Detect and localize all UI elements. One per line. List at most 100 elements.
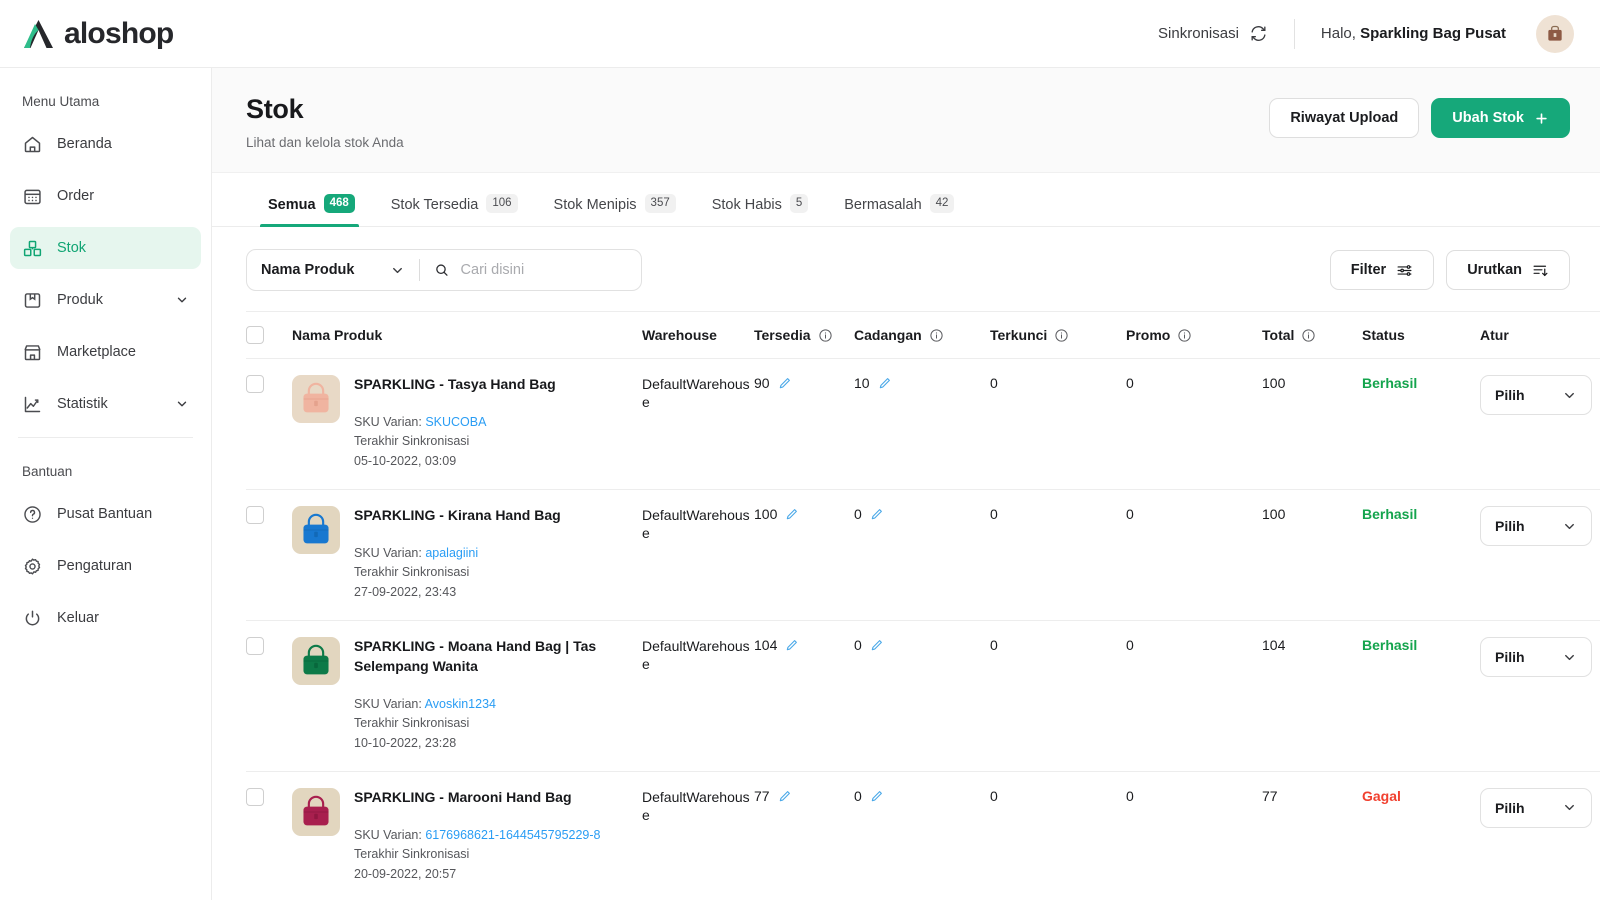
row-promo-cell: 0 bbox=[1126, 490, 1262, 621]
product-thumbnail bbox=[292, 788, 340, 836]
search-input[interactable] bbox=[461, 262, 627, 278]
sku-link[interactable]: Avoskin1234 bbox=[425, 697, 496, 711]
info-icon[interactable] bbox=[1054, 328, 1069, 343]
sidebar-item-order[interactable]: Order bbox=[10, 175, 201, 217]
row-action-select[interactable]: Pilih bbox=[1480, 788, 1592, 828]
info-icon[interactable] bbox=[818, 328, 833, 343]
row-terkunci-cell: 0 bbox=[990, 359, 1126, 490]
ubah-stok-button[interactable]: Ubah Stok bbox=[1431, 98, 1570, 138]
select-all-checkbox[interactable] bbox=[246, 326, 264, 344]
row-checkbox[interactable] bbox=[246, 506, 264, 524]
info-icon[interactable] bbox=[929, 328, 944, 343]
sidebar-item-label: Pengaturan bbox=[57, 558, 132, 574]
sidebar-item-statistik[interactable]: Statistik bbox=[10, 383, 201, 425]
edit-pencil-icon[interactable] bbox=[870, 507, 884, 521]
tab-stok-tersedia[interactable]: Stok Tersedia 106 bbox=[373, 173, 536, 226]
riwayat-upload-button[interactable]: Riwayat Upload bbox=[1269, 98, 1419, 138]
sidebar-item-beranda[interactable]: Beranda bbox=[10, 123, 201, 165]
sort-label: Urutkan bbox=[1467, 262, 1522, 278]
search-box bbox=[420, 261, 641, 279]
product-name: SPARKLING - Kirana Hand Bag bbox=[354, 506, 561, 526]
row-status-cell: Berhasil bbox=[1362, 490, 1480, 621]
row-checkbox[interactable] bbox=[246, 637, 264, 655]
edit-pencil-icon[interactable] bbox=[778, 376, 792, 390]
sidebar-item-stok[interactable]: Stok bbox=[10, 227, 201, 269]
row-action-select[interactable]: Pilih bbox=[1480, 375, 1592, 415]
row-atur-cell: Pilih bbox=[1480, 359, 1600, 490]
sidebar-item-pengaturan[interactable]: Pengaturan bbox=[10, 545, 201, 587]
header-status: Status bbox=[1362, 312, 1480, 359]
chevron-down-icon bbox=[1562, 650, 1577, 665]
row-select-cell bbox=[246, 771, 292, 900]
tab-label: Stok Habis bbox=[712, 197, 782, 213]
edit-pencil-icon[interactable] bbox=[785, 507, 799, 521]
tab-label: Bermasalah bbox=[844, 197, 921, 213]
edit-pencil-icon[interactable] bbox=[870, 789, 884, 803]
info-icon[interactable] bbox=[1301, 328, 1316, 343]
header-total: Total bbox=[1262, 312, 1362, 359]
chevron-down-icon bbox=[1562, 519, 1577, 534]
sidebar-item-keluar[interactable]: Keluar bbox=[10, 597, 201, 639]
row-total-cell: 100 bbox=[1262, 359, 1362, 490]
sidebar-item-label: Keluar bbox=[57, 610, 99, 626]
header-label: Atur bbox=[1480, 327, 1509, 343]
header-label: Warehouse bbox=[642, 327, 717, 343]
sort-descending-icon bbox=[1532, 262, 1549, 279]
calendar-icon bbox=[22, 186, 43, 207]
row-action-select[interactable]: Pilih bbox=[1480, 506, 1592, 546]
row-status-cell: Berhasil bbox=[1362, 621, 1480, 772]
tab-bermasalah[interactable]: Bermasalah 42 bbox=[826, 173, 972, 226]
promo-value: 0 bbox=[1126, 637, 1134, 653]
top-bar: aloshop Sinkronisasi Halo, Sparkling Bag… bbox=[0, 0, 1600, 68]
product-image bbox=[298, 382, 334, 416]
tab-stok-menipis[interactable]: Stok Menipis 357 bbox=[536, 173, 694, 226]
toolbar-actions: Filter Urutkan bbox=[1330, 250, 1570, 290]
search-field-select[interactable]: Nama Produk bbox=[247, 250, 419, 290]
edit-pencil-icon[interactable] bbox=[785, 638, 799, 652]
terkunci-value: 0 bbox=[990, 375, 998, 391]
row-select-cell bbox=[246, 359, 292, 490]
tab-stok-habis[interactable]: Stok Habis 5 bbox=[694, 173, 827, 226]
cadangan-value: 10 bbox=[854, 375, 870, 391]
header-label: Status bbox=[1362, 327, 1405, 343]
row-last-sync-label: Terakhir Sinkronisasi bbox=[354, 714, 642, 733]
edit-pencil-icon[interactable] bbox=[778, 789, 792, 803]
filter-button[interactable]: Filter bbox=[1330, 250, 1434, 290]
status-badge: Gagal bbox=[1362, 788, 1401, 804]
row-tersedia-cell: 77 bbox=[754, 771, 854, 900]
sidebar-item-pusat-bantuan[interactable]: Pusat Bantuan bbox=[10, 493, 201, 535]
edit-pencil-icon[interactable] bbox=[870, 638, 884, 652]
sort-button[interactable]: Urutkan bbox=[1446, 250, 1570, 290]
header-cadangan: Cadangan bbox=[854, 312, 990, 359]
row-action-label: Pilih bbox=[1495, 387, 1525, 403]
info-icon[interactable] bbox=[1177, 328, 1192, 343]
tab-semua[interactable]: Semua 468 bbox=[246, 173, 373, 226]
sidebar-item-label: Stok bbox=[57, 240, 86, 256]
row-checkbox[interactable] bbox=[246, 788, 264, 806]
tersedia-value: 90 bbox=[754, 375, 770, 391]
row-cadangan-cell: 10 bbox=[854, 359, 990, 490]
page-title: Stok bbox=[246, 94, 404, 125]
table-toolbar: Nama Produk Filter bbox=[212, 227, 1600, 311]
row-tersedia-cell: 100 bbox=[754, 490, 854, 621]
edit-pencil-icon[interactable] bbox=[878, 376, 892, 390]
chart-line-icon bbox=[22, 394, 43, 415]
row-checkbox[interactable] bbox=[246, 375, 264, 393]
avatar[interactable] bbox=[1536, 15, 1574, 53]
tab-label: Semua bbox=[268, 197, 316, 213]
sidebar-item-produk[interactable]: Produk bbox=[10, 279, 201, 321]
header-label: Cadangan bbox=[854, 327, 922, 343]
row-promo-cell: 0 bbox=[1126, 771, 1262, 900]
header-atur: Atur bbox=[1480, 312, 1600, 359]
row-warehouse-cell: DefaultWarehouse bbox=[642, 359, 754, 490]
boxes-icon bbox=[22, 238, 43, 259]
sync-button[interactable]: Sinkronisasi bbox=[1158, 24, 1294, 43]
row-action-select[interactable]: Pilih bbox=[1480, 637, 1592, 677]
header-label: Tersedia bbox=[754, 327, 811, 343]
sku-link[interactable]: SKUCOBA bbox=[425, 415, 486, 429]
sku-link[interactable]: 6176968621-1644545795229-8 bbox=[425, 828, 600, 842]
greeting: Halo, Sparkling Bag Pusat bbox=[1295, 25, 1536, 42]
brand-logo[interactable]: aloshop bbox=[22, 17, 173, 51]
sku-link[interactable]: apalagiini bbox=[425, 546, 478, 560]
sidebar-item-marketplace[interactable]: Marketplace bbox=[10, 331, 201, 373]
